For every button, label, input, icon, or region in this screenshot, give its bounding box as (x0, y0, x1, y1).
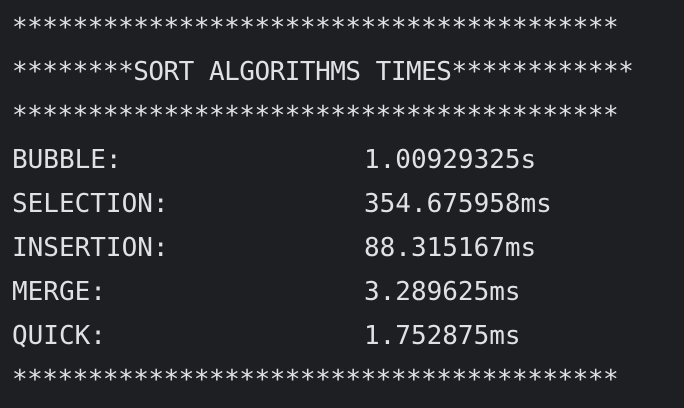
result-row-merge: MERGE: 3.289625ms (12, 270, 684, 314)
result-row-selection: SELECTION: 354.675958ms (12, 182, 684, 226)
result-row-bubble: BUBBLE: 1.00929325s (12, 138, 684, 182)
algorithm-label: INSERTION: (12, 233, 169, 263)
algorithm-time: 1.00929325s (364, 145, 537, 175)
algorithm-time: 354.675958ms (364, 189, 552, 219)
algorithm-time: 1.752875ms (364, 321, 521, 351)
border-bottom-line: **************************************** (12, 365, 619, 395)
border-mid-line: **************************************** (12, 101, 619, 131)
result-row-quick: QUICK: 1.752875ms (12, 314, 684, 358)
algorithm-time: 3.289625ms (364, 277, 521, 307)
algorithm-label: SELECTION: (12, 189, 169, 219)
algorithm-label: BUBBLE: (12, 145, 122, 175)
algorithm-label: MERGE: (12, 277, 106, 307)
title-line: ********SORT ALGORITHMS TIMES***********… (12, 57, 634, 87)
algorithm-label: QUICK: (12, 321, 106, 351)
result-row-insertion: INSERTION: 88.315167ms (12, 226, 684, 270)
border-top-line: **************************************** (12, 13, 619, 43)
algorithm-time: 88.315167ms (364, 233, 537, 263)
console-output: ****************************************… (0, 0, 684, 408)
